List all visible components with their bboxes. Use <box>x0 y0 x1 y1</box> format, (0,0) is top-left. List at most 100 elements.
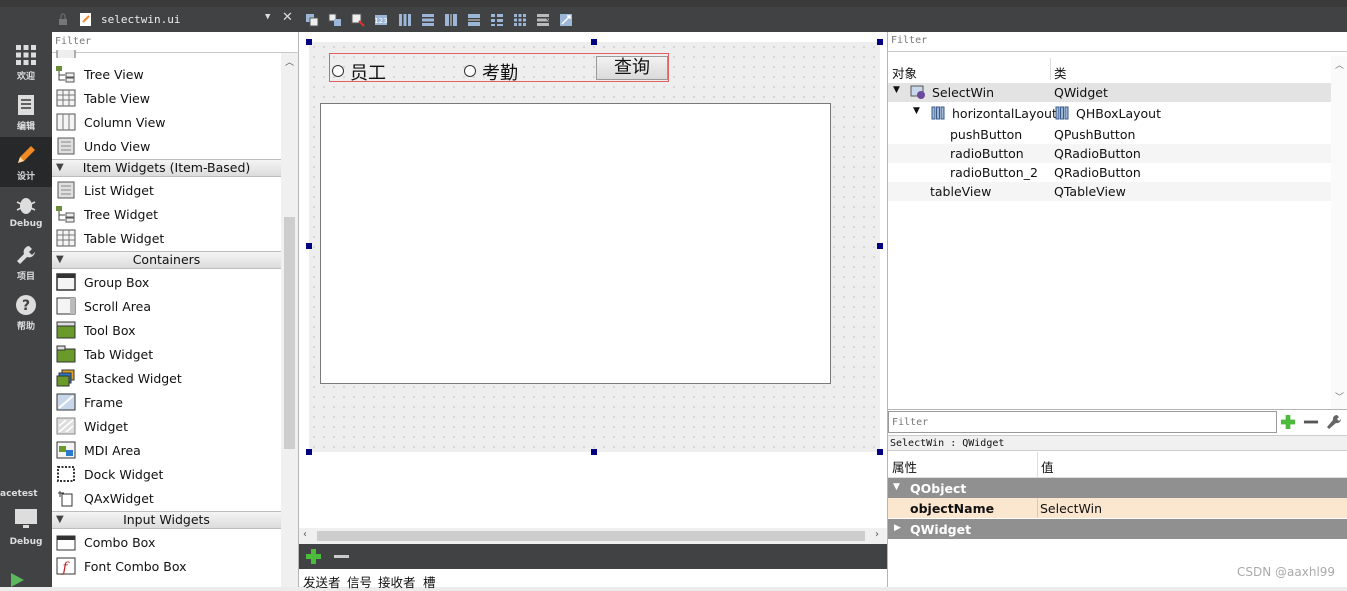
widget-item-table-widget[interactable]: Table Widget <box>52 226 281 250</box>
property-value[interactable]: SelectWin <box>1040 501 1102 516</box>
run-icon[interactable] <box>8 571 26 589</box>
widget-item-frame[interactable]: Frame <box>52 390 281 414</box>
category-input-widgets[interactable]: ▼ Input Widgets <box>52 511 281 529</box>
widget-item-column-view[interactable]: Column View <box>52 110 281 134</box>
layout-horizontal-icon[interactable] <box>398 13 412 27</box>
radio-button-employee[interactable]: 员工 <box>332 59 386 85</box>
mode-design[interactable]: 设计 <box>0 137 52 187</box>
scroll-area-icon <box>56 297 76 315</box>
property-row-objectname[interactable]: objectName SelectWin <box>888 498 1347 518</box>
category-item-widgets[interactable]: ▼ Item Widgets (Item-Based) <box>52 159 281 177</box>
widget-item-list-widget[interactable]: List Widget <box>52 178 281 202</box>
widget-item-tree-view[interactable]: Tree View <box>52 62 281 86</box>
object-filter-input[interactable]: Filter <box>888 32 1347 52</box>
layout-form-icon[interactable] <box>490 13 504 27</box>
tree-row-radiobutton-2[interactable]: radioButton_2 QRadioButton <box>888 163 1331 182</box>
resize-handle[interactable] <box>306 243 312 249</box>
break-layout-icon[interactable] <box>536 13 550 27</box>
column-value[interactable]: 值 <box>1041 457 1054 476</box>
widget-item-mdi-area[interactable]: MDI Area <box>52 438 281 462</box>
resize-handle[interactable] <box>306 449 312 455</box>
wrench-icon <box>17 246 35 264</box>
scroll-up-icon[interactable]: ︿ <box>285 55 294 68</box>
horizontal-layout[interactable]: 员工 考勤 查询 <box>329 53 669 85</box>
radio-button-attendance[interactable]: 考勤 <box>464 59 518 85</box>
column-property[interactable]: 属性 <box>892 457 917 476</box>
list-view-item-partial[interactable] <box>52 50 281 58</box>
mode-debug[interactable]: Debug <box>0 187 52 237</box>
scroll-down-icon[interactable]: ﹀ <box>1335 390 1344 403</box>
layout-grid-icon[interactable] <box>513 13 527 27</box>
widget-item-table-view[interactable]: Table View <box>52 86 281 110</box>
widget-box-scrollbar[interactable]: ︿ <box>281 53 298 587</box>
tree-row-pushbutton[interactable]: pushButton QPushButton <box>888 125 1331 144</box>
property-group-qwidget[interactable]: ▶ QWidget <box>888 519 1347 539</box>
property-filter-input[interactable]: Filter <box>888 411 1277 433</box>
column-receiver[interactable]: 接收者 <box>378 572 416 591</box>
object-inspector-scrollbar[interactable]: ︿ ﹀ <box>1331 56 1347 409</box>
scroll-left-icon[interactable]: ‹ <box>303 529 307 540</box>
column-slot[interactable]: 槽 <box>423 572 436 591</box>
resize-handle[interactable] <box>877 243 883 249</box>
resize-handle[interactable] <box>591 449 597 455</box>
wrench-icon[interactable] <box>1325 413 1343 431</box>
widget-item-tree-widget[interactable]: Tree Widget <box>52 202 281 226</box>
scroll-up-icon[interactable]: ︿ <box>1335 58 1344 71</box>
widget-item-stacked-widget[interactable]: Stacked Widget <box>52 366 281 390</box>
layout-split-h-icon[interactable] <box>444 13 458 27</box>
resize-handle[interactable] <box>306 39 312 45</box>
widget-item-font-combo-box[interactable]: f Font Combo Box <box>52 554 281 578</box>
category-containers[interactable]: ▼ Containers <box>52 251 281 269</box>
resize-handle[interactable] <box>877 39 883 45</box>
column-signal[interactable]: 信号 <box>347 572 372 591</box>
close-document-button[interactable]: ✕ <box>282 10 293 25</box>
widget-item-dock-widget[interactable]: Dock Widget <box>52 462 281 486</box>
widget-item-undo-view[interactable]: Undo View <box>52 134 281 158</box>
widget-item-qaxwidget[interactable]: QAxWidget <box>52 486 281 510</box>
add-property-icon[interactable] <box>1280 414 1296 430</box>
column-class[interactable]: 类 <box>1054 63 1067 82</box>
open-documents-combo[interactable]: selectwin.ui ▼ <box>52 7 299 32</box>
tree-row-radiobutton[interactable]: radioButton QRadioButton <box>888 144 1331 163</box>
mode-projects[interactable]: 项目 <box>0 237 52 287</box>
chevron-down-icon: ▼ <box>893 85 900 95</box>
widget-item-tool-box[interactable]: Tool Box <box>52 318 281 342</box>
mode-welcome[interactable]: 欢迎 <box>0 37 52 87</box>
resize-handle[interactable] <box>591 39 597 45</box>
add-icon[interactable] <box>305 548 322 565</box>
form-selectwin[interactable]: 员工 考勤 查询 <box>309 42 880 452</box>
resize-handle[interactable] <box>877 449 883 455</box>
remove-icon[interactable] <box>333 548 350 565</box>
edit-signals-icon[interactable] <box>328 13 342 27</box>
scrollbar-thumb[interactable] <box>284 217 295 449</box>
widget-item-group-box[interactable]: Group Box <box>52 270 281 294</box>
edit-buddies-icon[interactable] <box>351 13 365 27</box>
query-button[interactable]: 查询 <box>596 56 668 80</box>
table-view[interactable] <box>320 103 831 384</box>
widget-item-widget[interactable]: Widget <box>52 414 281 438</box>
tree-row-tableview[interactable]: tableView QTableView <box>888 182 1331 201</box>
widget-item-tab-widget[interactable]: Tab Widget <box>52 342 281 366</box>
scroll-right-icon[interactable]: › <box>875 529 879 540</box>
widget-item-combo-box[interactable]: Combo Box <box>52 530 281 554</box>
canvas-horizontal-scrollbar[interactable]: ‹ › <box>299 528 887 544</box>
mode-projects-label: 项目 <box>16 272 35 282</box>
adjust-size-icon[interactable] <box>559 13 573 27</box>
edit-tab-order-icon[interactable]: 123 <box>374 13 388 27</box>
layout-vertical-icon[interactable] <box>421 13 435 27</box>
scrollbar-thumb[interactable] <box>317 531 865 541</box>
remove-property-icon[interactable] <box>1303 414 1319 430</box>
edit-widgets-icon[interactable] <box>305 13 319 27</box>
tree-row-horizontallayout[interactable]: ▼ horizontalLayout QHBoxLayout <box>888 104 1331 123</box>
column-view-icon <box>56 113 76 131</box>
property-group-qobject[interactable]: ▼ QObject <box>888 478 1347 498</box>
column-object[interactable]: 对象 <box>892 63 917 82</box>
widget-item-scroll-area[interactable]: Scroll Area <box>52 294 281 318</box>
mode-edit-label: 编辑 <box>16 122 35 132</box>
column-sender[interactable]: 发送者 <box>303 572 341 591</box>
mode-help[interactable]: ? 帮助 <box>0 287 52 337</box>
tree-row-selectwin[interactable]: ▼ SelectWin QWidget <box>888 83 1331 102</box>
mode-edit[interactable]: 编辑 <box>0 87 52 137</box>
kit-selector[interactable]: Debug <box>0 501 52 551</box>
layout-split-v-icon[interactable] <box>467 13 481 27</box>
